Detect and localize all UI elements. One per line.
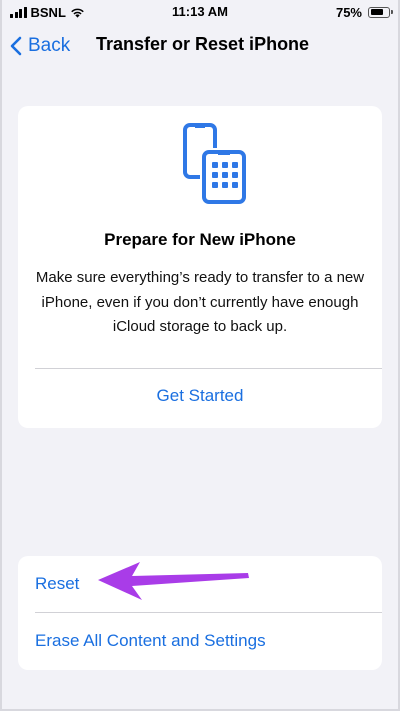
back-button[interactable]: Back — [10, 32, 70, 60]
annotation-arrow-icon — [98, 562, 249, 600]
reset-button[interactable]: Reset — [35, 574, 79, 594]
prepare-description: Make sure everything’s ready to transfer… — [35, 269, 365, 335]
get-started-button[interactable]: Get Started — [18, 386, 382, 406]
navigation-bar: Back Transfer or Reset iPhone — [0, 24, 400, 68]
prepare-card: Prepare for New iPhone Make sure everyth… — [18, 106, 382, 428]
battery-level-fill — [370, 9, 383, 15]
chevron-left-icon — [10, 36, 22, 56]
divider — [35, 612, 382, 613]
battery-icon — [368, 6, 393, 18]
back-label: Back — [28, 35, 71, 56]
divider — [35, 368, 382, 369]
two-phones-icon — [183, 123, 248, 206]
status-right: 75% — [335, 4, 393, 20]
battery-percent: 75% — [335, 4, 362, 20]
erase-all-content-button[interactable]: Erase All Content and Settings — [35, 631, 266, 651]
prepare-title: Prepare for New iPhone — [104, 230, 296, 249]
status-bar: BSNL 11:13 AM 75% — [0, 0, 400, 24]
page-title: Transfer or Reset iPhone — [96, 34, 310, 54]
